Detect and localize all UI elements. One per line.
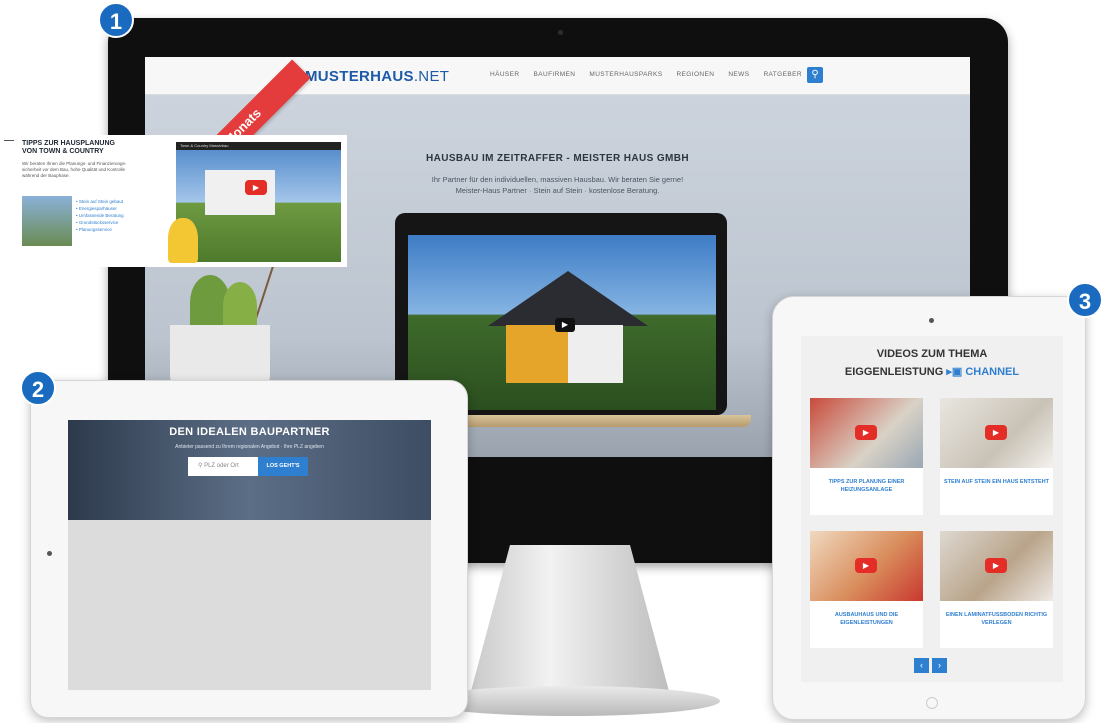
play-icon[interactable]: ▶	[555, 318, 575, 332]
side-dash	[4, 140, 14, 141]
link-list: • Stein auf Stein gebaut • Energiesparhä…	[76, 198, 124, 233]
channel-link[interactable]: ▸▣ CHANNEL	[946, 366, 1019, 378]
tablet-portrait-screen: VIDEOS ZUM THEMA EIGGENLEISTUNG ▸▣ CHANN…	[801, 336, 1063, 682]
card-body: Wir beraten Ihnen die Planungs- und Fina…	[22, 161, 127, 178]
worker-mascot	[168, 218, 198, 263]
link-label: Grundstücksservice	[78, 220, 119, 225]
pager: ‹ ›	[914, 658, 947, 673]
location-input-placeholder: PLZ oder Ort	[204, 463, 239, 469]
badge-1: 1	[98, 2, 134, 38]
hero-title: DEN IDEALEN BAUPARTNER	[169, 426, 330, 438]
hero-section: DEN IDEALEN BAUPARTNER Anbieter passend …	[68, 420, 431, 520]
video-card[interactable]: ▶ AUSBAUHAUS UND DIE EIGENLEISTUNGEN	[810, 531, 923, 648]
video-label: AUSBAUHAUS UND DIE EIGENLEISTUNGEN	[834, 612, 899, 626]
nav-menu: HÄUSER BAUFIRMEN MUSTERHAUSPARKS REGIONE…	[490, 71, 802, 78]
content-area	[68, 520, 431, 690]
home-button-icon	[926, 697, 938, 709]
search-icon[interactable]: ⚲	[807, 67, 823, 83]
link-label: Planungsservice	[78, 227, 112, 232]
link-item[interactable]: • Umfassende Beratung	[76, 212, 124, 219]
logo-suffix: .NET	[413, 68, 450, 85]
nav-item-regionen[interactable]: REGIONEN	[676, 71, 714, 78]
house-wall	[506, 325, 568, 383]
nav-item-ratgeber[interactable]: RATGEBER	[763, 71, 801, 78]
go-button[interactable]: LOS GEHT'S	[258, 457, 308, 476]
link-item[interactable]: • Planungsservice	[76, 226, 124, 233]
badge-3: 3	[1067, 282, 1103, 318]
play-icon[interactable]: ▶	[855, 425, 877, 440]
camera-icon	[929, 318, 934, 323]
channel-label: CHANNEL	[965, 366, 1020, 378]
video-card[interactable]: ▶ EINEN LAMINATFUSSBODEN RICHTIG VERLEGE…	[940, 531, 1053, 648]
next-icon[interactable]: ›	[932, 658, 947, 673]
site-logo[interactable]: MUSTERHAUS.NET	[305, 68, 449, 85]
video-label: EINEN LAMINATFUSSBODEN RICHTIG VERLEGEN	[945, 612, 1048, 626]
plant-leaf	[223, 282, 257, 330]
card-title: TIPPS ZUR HAUSPLANUNG VON TOWN & COUNTRY	[22, 140, 115, 155]
link-item[interactable]: • Stein auf Stein gebaut	[76, 198, 124, 205]
play-icon[interactable]: ▶	[985, 558, 1007, 573]
nav-item-news[interactable]: NEWS	[728, 71, 749, 78]
nav-item-haeuser[interactable]: HÄUSER	[490, 71, 520, 78]
video-title-bar: Town & Country Massivbau	[176, 142, 341, 150]
link-label: Umfassende Beratung	[78, 213, 124, 218]
video-card[interactable]: ▶ TIPPS ZUR PLANUNG EINER HEIZUNGSANLAGE	[810, 398, 923, 515]
link-item[interactable]: • Grundstücksservice	[76, 219, 124, 226]
camera-icon	[47, 551, 52, 556]
house-wall	[568, 325, 623, 383]
link-item[interactable]: • Energiesparhäuser	[76, 205, 124, 212]
section-title: VIDEOS ZUM THEMA	[876, 348, 988, 360]
camera-icon	[558, 30, 563, 35]
location-input[interactable]: ⚲ PLZ oder Ort	[188, 457, 258, 476]
video-label: TIPPS ZUR PLANUNG EINER HEIZUNGSANLAGE	[828, 479, 905, 493]
link-label: Stein auf Stein gebaut	[78, 199, 124, 204]
video-label: STEIN AUF STEIN EIN HAUS ENTSTEHT	[944, 479, 1049, 485]
section-title-2: EIGGENLEISTUNG ▸▣ CHANNEL	[801, 365, 1063, 378]
play-icon[interactable]: ▶	[985, 425, 1007, 440]
nav-item-musterhausparks[interactable]: MUSTERHAUSPARKS	[589, 71, 662, 78]
logo-main: MUSTERHAUS	[305, 68, 414, 85]
play-icon[interactable]: ▶	[245, 180, 267, 195]
monitor-stand	[470, 545, 670, 695]
hero-subtitle: Anbieter passend zu Ihrem regionalen Ang…	[175, 444, 324, 450]
video-card[interactable]: ▶ STEIN AUF STEIN EIN HAUS ENTSTEHT	[940, 398, 1053, 515]
tablet-landscape-screen: DEN IDEALEN BAUPARTNER Anbieter passend …	[68, 420, 431, 690]
link-label: Energiesparhäuser	[78, 206, 117, 211]
prev-icon[interactable]: ‹	[914, 658, 929, 673]
nav-item-baufirmen[interactable]: BAUFIRMEN	[534, 71, 576, 78]
section-topic: EIGGENLEISTUNG	[844, 366, 944, 378]
badge-2: 2	[20, 370, 56, 406]
play-icon[interactable]: ▶	[855, 558, 877, 573]
card-thumbnail[interactable]	[22, 196, 72, 246]
